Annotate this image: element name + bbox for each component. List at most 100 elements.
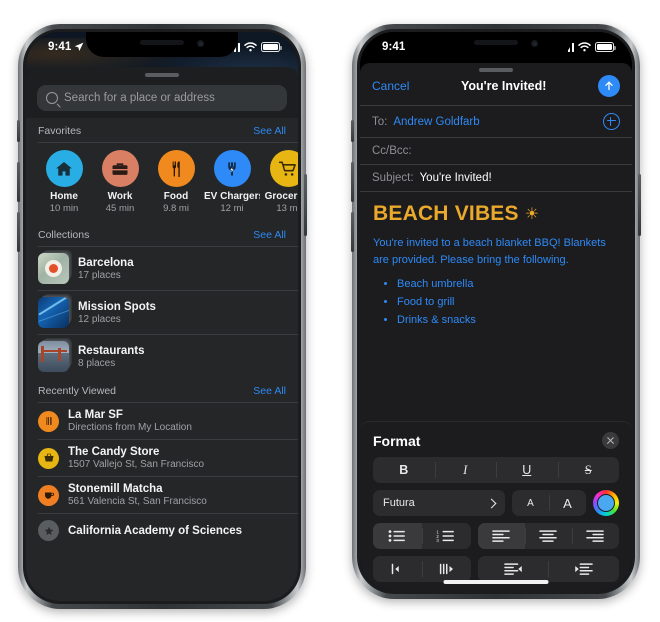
shopping-cart-icon <box>269 150 298 187</box>
favorite-item-groceries[interactable]: Groceries 13 mi <box>260 150 298 214</box>
ccbcc-field[interactable]: Cc/Bcc: <box>360 138 632 164</box>
align-center-button[interactable] <box>524 523 572 549</box>
search-input[interactable]: Search for a place or address <box>37 85 287 111</box>
format-header: Format <box>360 422 632 457</box>
align-center-icon <box>539 530 558 542</box>
email-heading: BEACH VIBES ☀ <box>373 202 619 226</box>
search-placeholder: Search for a place or address <box>64 92 215 104</box>
bold-button[interactable]: B <box>373 457 435 483</box>
to-recipient[interactable]: Andrew Goldfarb <box>393 116 479 128</box>
to-field[interactable]: To: Andrew Goldfarb <box>360 106 632 137</box>
increase-indent-button[interactable] <box>548 556 619 582</box>
location-arrow-icon <box>75 42 84 51</box>
tab-group <box>373 556 471 582</box>
favorite-sub: 9.8 mi <box>163 203 189 214</box>
favorite-item-work[interactable]: Work 45 min <box>92 150 148 214</box>
list-style-group: 123 <box>373 523 471 549</box>
front-camera <box>531 40 538 47</box>
recently-viewed-title: Recently Viewed <box>38 385 117 397</box>
bulleted-list-button[interactable] <box>373 523 422 549</box>
to-label: To: <box>372 115 388 128</box>
favorites-row[interactable]: Home 10 min Work 45 min Food 9.8 mi EV C… <box>26 143 298 222</box>
list-item[interactable]: Mission Spots 12 places <box>26 291 298 334</box>
list-item[interactable]: Restaurants 8 places <box>26 335 298 378</box>
subject-field[interactable]: Subject: You're Invited! <box>360 165 632 191</box>
compose-title: You're Invited! <box>460 79 547 93</box>
collections-title: Collections <box>38 229 90 241</box>
volume-up-button[interactable] <box>351 162 354 202</box>
favorite-name: EV Chargers <box>204 191 260 202</box>
underline-button[interactable]: U <box>496 457 558 483</box>
favorite-name: Food <box>163 191 189 202</box>
maps-bottom-sheet[interactable]: Search for a place or address Favorites … <box>26 67 298 601</box>
favorites-see-all[interactable]: See All <box>253 125 286 137</box>
list-align-row: 123 <box>360 523 632 556</box>
column-icon <box>440 563 454 575</box>
ev-plug-icon <box>213 150 251 187</box>
numbered-list-button[interactable]: 123 <box>421 523 471 549</box>
favorites-title: Favorites <box>38 125 82 137</box>
favorite-sub: 10 min <box>49 203 79 214</box>
cancel-button[interactable]: Cancel <box>372 79 409 93</box>
volume-down-button[interactable] <box>17 212 20 252</box>
close-icon[interactable] <box>602 432 619 449</box>
list-item[interactable]: Barcelona 17 places <box>26 247 298 290</box>
email-body[interactable]: BEACH VIBES ☀ You're invited to a beach … <box>360 192 632 342</box>
column-button[interactable] <box>421 556 471 582</box>
subject-value[interactable]: You're Invited! <box>420 172 492 184</box>
svg-text:3: 3 <box>437 538 440 543</box>
favorite-item-ev-chargers[interactable]: EV Chargers 12 mi <box>204 150 260 214</box>
mute-switch[interactable] <box>17 120 20 142</box>
mute-switch[interactable] <box>351 120 354 142</box>
send-arrow-icon <box>605 81 613 91</box>
color-wheel-icon[interactable] <box>593 490 619 516</box>
side-power-button[interactable] <box>638 174 641 236</box>
list-item[interactable]: The Candy Store 1507 Vallejo St, San Fra… <box>26 440 298 476</box>
font-size-group: A A <box>512 490 586 516</box>
collection-name: Restaurants <box>78 344 145 357</box>
increase-indent-icon <box>574 563 593 575</box>
recently-viewed-see-all[interactable]: See All <box>253 385 286 397</box>
send-button[interactable] <box>598 75 620 97</box>
collections-see-all[interactable]: See All <box>253 229 286 241</box>
cup-icon <box>38 484 59 506</box>
align-left-button[interactable] <box>477 523 525 549</box>
decrease-indent-button[interactable] <box>478 556 549 582</box>
collection-thumbnail-barcelona <box>38 253 69 284</box>
fork-knife-icon <box>38 410 59 432</box>
font-row: Futura A A <box>360 490 632 523</box>
status-time: 9:41 <box>382 41 406 53</box>
ccbcc-label: Cc/Bcc: <box>372 145 412 157</box>
volume-up-button[interactable] <box>17 162 20 202</box>
device-bezel: 9:41 Search for a place or address Favor… <box>23 29 301 604</box>
compose-navbar: Cancel You're Invited! <box>360 72 632 105</box>
strikethrough-button[interactable]: S <box>557 457 620 483</box>
italic-button[interactable]: I <box>434 457 497 483</box>
email-bullet-list: Beach umbrella Food to grill Drinks & sn… <box>373 275 619 329</box>
sheet-grabber[interactable] <box>145 73 179 77</box>
favorite-sub: 45 min <box>105 203 135 214</box>
favorite-item-food[interactable]: Food 9.8 mi <box>148 150 204 214</box>
plus-circle-icon[interactable] <box>603 113 620 130</box>
subject-label: Subject: <box>372 172 414 184</box>
collection-sub: 17 places <box>78 269 121 281</box>
list-item[interactable]: La Mar SF Directions from My Location <box>26 403 298 439</box>
list-item[interactable]: California Academy of Sciences <box>26 514 298 547</box>
favorite-item-home[interactable]: Home 10 min <box>36 150 92 214</box>
place-name: Stonemill Matcha <box>68 483 163 495</box>
bulleted-list-icon <box>388 530 406 542</box>
device-bezel: 9:41 Cancel You're Invited! To: Andrew G… <box>357 29 635 594</box>
decrease-indent-icon <box>504 563 522 575</box>
decrease-font-size-button[interactable]: A <box>512 490 549 516</box>
iphone-device-maps: 9:41 Search for a place or address Favor… <box>17 24 307 609</box>
increase-font-size-button[interactable]: A <box>549 490 586 516</box>
volume-down-button[interactable] <box>351 212 354 252</box>
home-indicator[interactable] <box>443 580 549 584</box>
favorites-section-header: Favorites See All <box>26 118 298 142</box>
align-left-icon <box>492 530 510 542</box>
font-selector[interactable]: Futura <box>373 490 505 516</box>
side-power-button[interactable] <box>304 174 307 236</box>
align-right-button[interactable] <box>571 523 619 549</box>
list-item[interactable]: Stonemill Matcha 561 Valencia St, San Fr… <box>26 477 298 513</box>
tab-stop-button[interactable] <box>373 556 422 582</box>
